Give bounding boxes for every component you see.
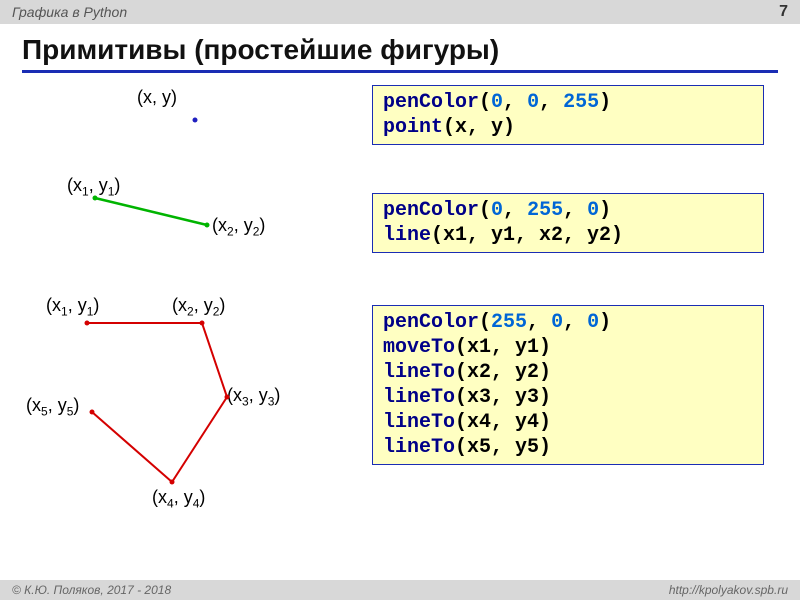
page-number: 7 [779, 3, 788, 21]
code-block-point: penColor(0, 0, 255) point(x, y) [372, 85, 764, 145]
slide-content: (x, y) penColor(0, 0, 255) point(x, y) (… [22, 77, 778, 577]
code-block-line: penColor(0, 255, 0) line(x1, y1, x2, y2) [372, 193, 764, 253]
code-block-polyline: penColor(255, 0, 0) moveTo(x1, y1) lineT… [372, 305, 764, 465]
header-title: Графика в Python [12, 4, 127, 20]
label-xy: (x, y) [137, 87, 177, 108]
footer-copyright: © К.Ю. Поляков, 2017 - 2018 [12, 583, 171, 597]
line-graphic [92, 195, 222, 235]
footer-url: http://kpolyakov.spb.ru [669, 583, 788, 597]
slide-footer: © К.Ю. Поляков, 2017 - 2018 http://kpoly… [0, 580, 800, 600]
label-p1: (x1, y1) [46, 295, 99, 319]
slide-header: Графика в Python 7 [0, 0, 800, 24]
polyline-graphic [72, 317, 272, 497]
slide-title: Примитивы (простейшие фигуры) [22, 34, 778, 73]
point-graphic [192, 117, 202, 127]
label-p2: (x2, y2) [172, 295, 225, 319]
